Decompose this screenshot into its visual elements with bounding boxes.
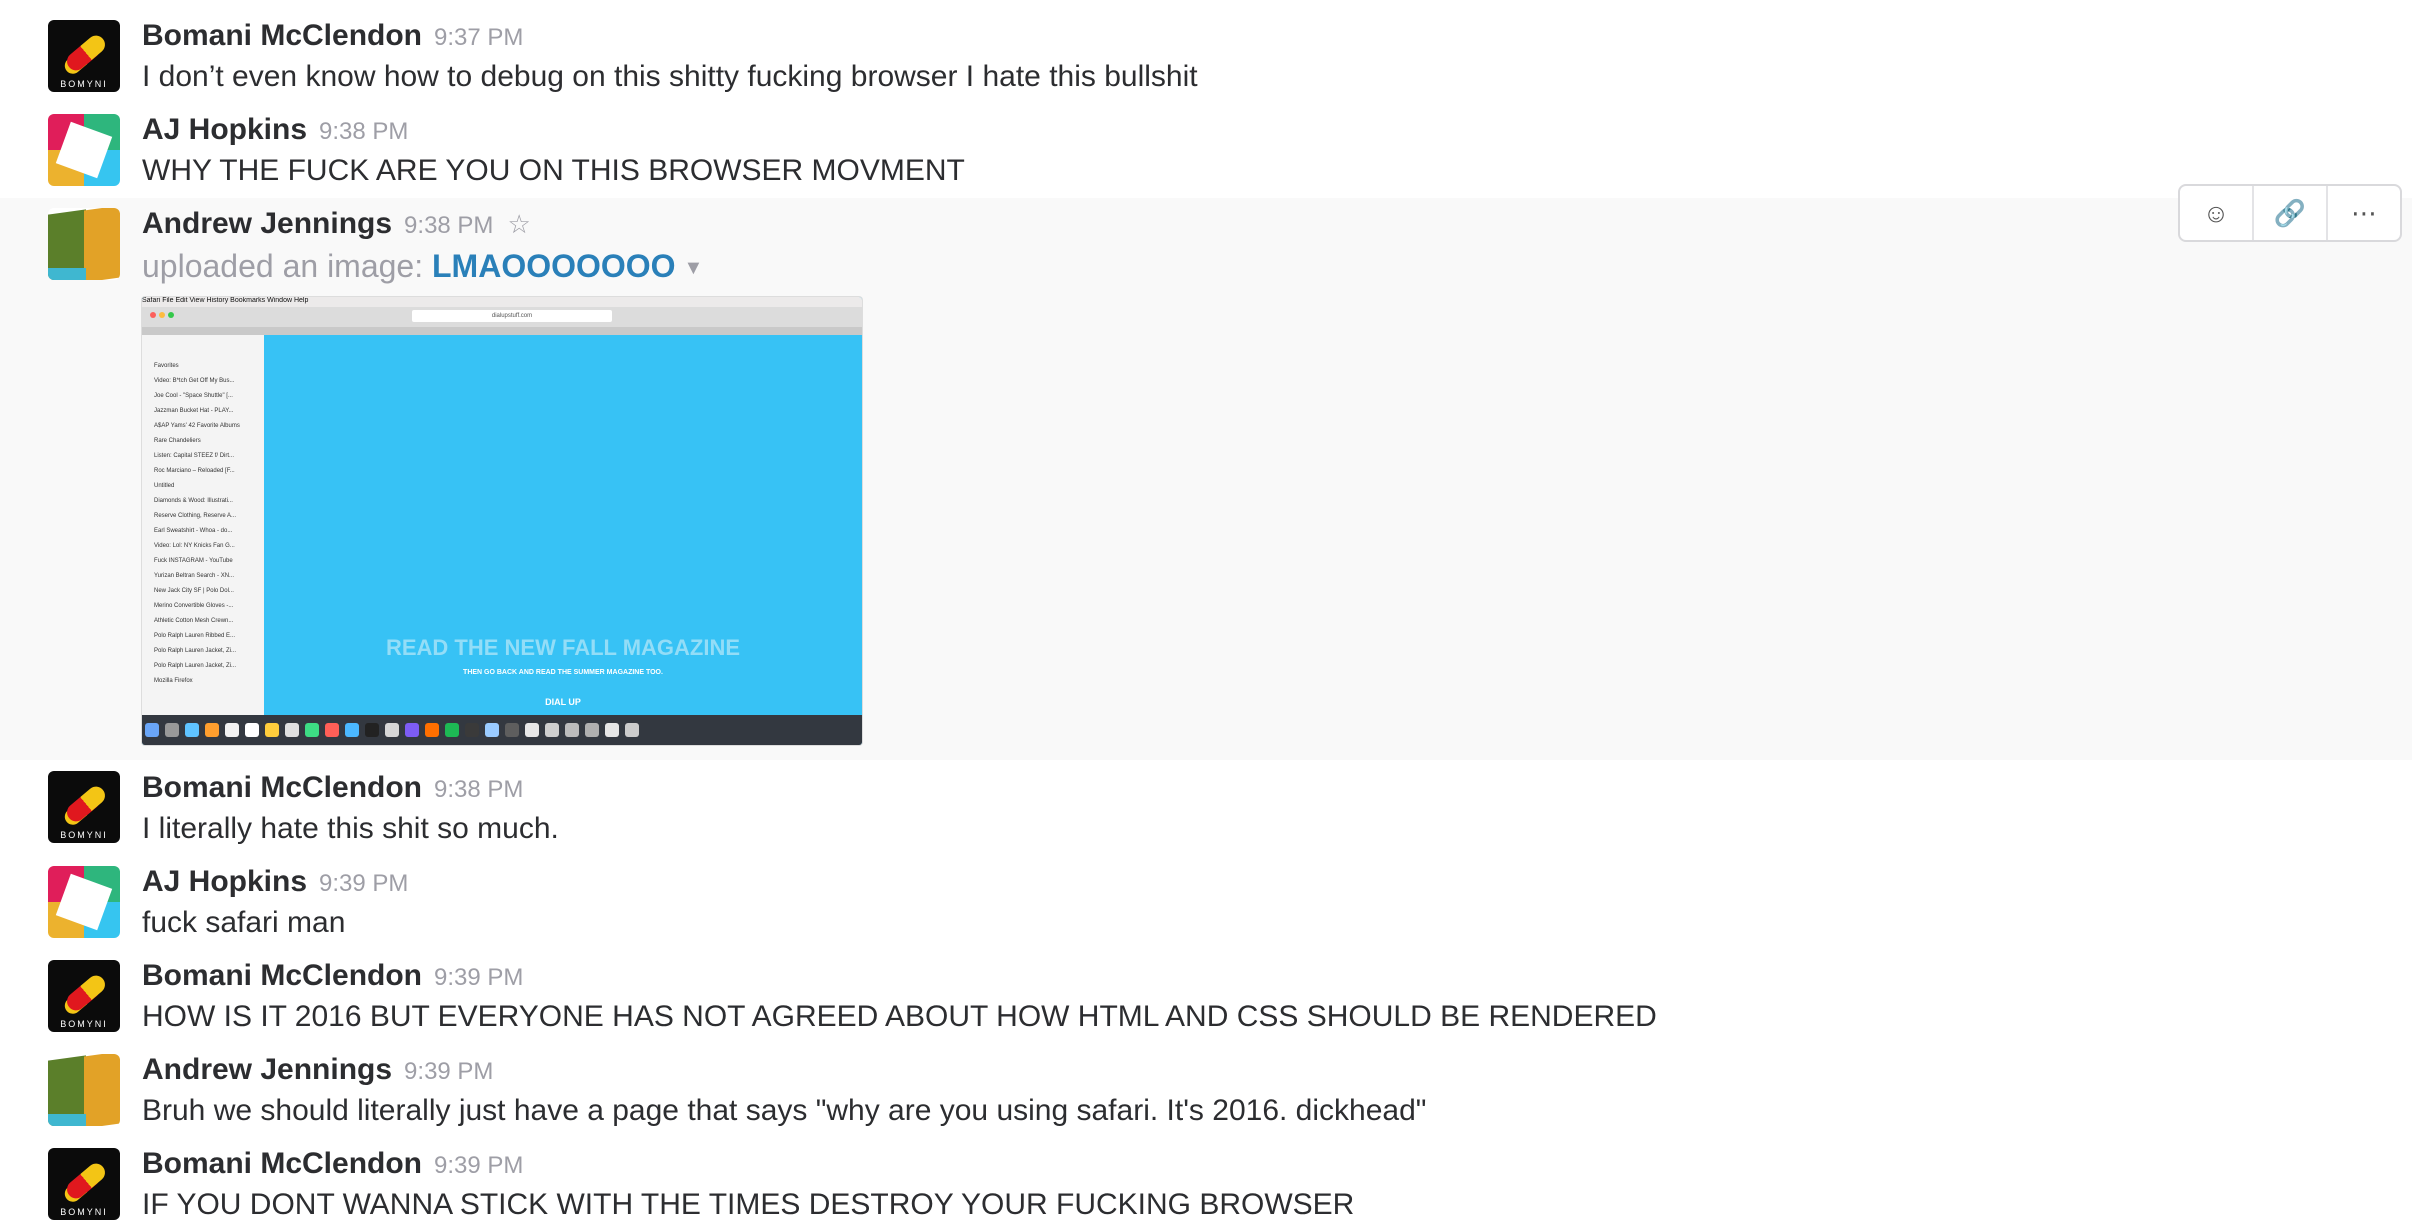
dock-app-icon bbox=[565, 723, 579, 737]
dock-app-icon bbox=[265, 723, 279, 737]
message-author[interactable]: Bomani McClendon 9:37 PM bbox=[142, 19, 523, 53]
thumb-sidebar-item: Video: B*tch Get Off My Bus... bbox=[154, 378, 235, 384]
dock-app-icon bbox=[285, 723, 299, 737]
avatar[interactable]: BOMYNI bbox=[48, 20, 120, 92]
thumb-sidebar-item: Favorites bbox=[154, 363, 179, 369]
thumb-url-bar: dialupstuff.com bbox=[412, 310, 612, 322]
thumb-sidebar-item: Diamonds & Wood: Illustrati... bbox=[154, 498, 233, 504]
message-text: IF YOU DONT WANNA STICK WITH THE TIMES D… bbox=[142, 1188, 1355, 1221]
avatar[interactable]: BOMYNI bbox=[48, 1148, 120, 1220]
chevron-down-icon[interactable]: ▼ bbox=[684, 257, 704, 279]
thumb-sidebar-item: Earl Sweatshirt - Whoa - do... bbox=[154, 528, 233, 534]
dock-app-icon bbox=[245, 723, 259, 737]
avatar[interactable] bbox=[48, 866, 120, 938]
upload-line: uploaded an image: LMAOOOOOOO ▼ bbox=[142, 248, 703, 285]
message-author[interactable]: Andrew Jennings 9:39 PM bbox=[142, 1053, 493, 1087]
message-text: WHY THE FUCK ARE YOU ON THIS BROWSER MOV… bbox=[142, 154, 965, 187]
message-author[interactable]: Bomani McClendon 9:39 PM bbox=[142, 959, 523, 993]
upload-prefix: uploaded an image: bbox=[142, 248, 424, 284]
dock-app-icon bbox=[585, 723, 599, 737]
thumb-sidebar-item: Jazzman Bucket Hat - PLAY... bbox=[154, 408, 234, 414]
message-author[interactable]: AJ Hopkins 9:38 PM bbox=[142, 113, 408, 147]
minimize-icon bbox=[159, 312, 165, 318]
message-text: HOW IS IT 2016 BUT EVERYONE HAS NOT AGRE… bbox=[142, 1000, 1657, 1033]
message-actions: ☺ 🔗 ⋯ bbox=[2178, 184, 2402, 242]
thumb-sidebar-item: Mozilla Firefox bbox=[154, 678, 193, 684]
thumb-dock bbox=[142, 715, 862, 745]
message-timestamp[interactable]: 9:39 PM bbox=[434, 964, 523, 991]
thumb-sidebar-item: Reserve Clothing, Reserve A... bbox=[154, 513, 237, 519]
thumb-sidebar-item: Athletic Cotton Mesh Crewn... bbox=[154, 618, 234, 624]
thumb-sidebar-item: Video: Lol: NY Knicks Fan G... bbox=[154, 543, 235, 549]
message-text: Bruh we should literally just have a pag… bbox=[142, 1094, 1427, 1127]
message-author[interactable]: AJ Hopkins 9:39 PM bbox=[142, 865, 408, 899]
dock-app-icon bbox=[405, 723, 419, 737]
message-text: fuck safari man bbox=[142, 906, 346, 939]
dock-app-icon bbox=[385, 723, 399, 737]
avatar[interactable]: BOMYNI bbox=[48, 960, 120, 1032]
thumb-sidebar-item: Polo Ralph Lauren Ribbed E... bbox=[154, 633, 236, 639]
thumb-headline: READ THE NEW FALL MAGAZINE bbox=[385, 635, 741, 660]
dock-app-icon bbox=[305, 723, 319, 737]
more-actions-icon[interactable]: ⋯ bbox=[2328, 186, 2400, 240]
uploaded-file-link[interactable]: LMAOOOOOOO bbox=[432, 248, 676, 284]
dock-app-icon bbox=[205, 723, 219, 737]
avatar[interactable] bbox=[48, 1054, 120, 1126]
thumb-subline: THEN GO BACK AND READ THE SUMMER MAGAZIN… bbox=[463, 669, 663, 676]
message-author[interactable]: Bomani McClendon 9:38 PM bbox=[142, 771, 523, 805]
thumb-sidebar: Favorites Video: B*tch Get Off My Bus... J… bbox=[142, 335, 264, 715]
dock-app-icon bbox=[525, 723, 539, 737]
message-author[interactable]: Andrew Jennings 9:38 PM ☆ bbox=[142, 207, 531, 241]
thumb-sidebar-item: Untitled bbox=[154, 483, 175, 489]
message-text: I don’t even know how to debug on this s… bbox=[142, 60, 1198, 93]
thumb-tabs bbox=[142, 327, 862, 335]
dock-app-icon bbox=[425, 723, 439, 737]
message-timestamp[interactable]: 9:39 PM bbox=[434, 1152, 523, 1179]
avatar[interactable]: BOMYNI bbox=[48, 771, 120, 843]
message-timestamp[interactable]: 9:38 PM bbox=[319, 118, 408, 145]
dock-app-icon bbox=[625, 723, 639, 737]
add-reaction-icon[interactable]: ☺ bbox=[2180, 186, 2254, 240]
avatar[interactable] bbox=[48, 114, 120, 186]
thumb-sidebar-item: Merino Convertible Gloves -... bbox=[154, 603, 234, 609]
thumb-sidebar-item: Joe Cool - "Space Shuttle" [... bbox=[154, 393, 233, 399]
dock-app-icon bbox=[145, 723, 159, 737]
thumb-sidebar-item: Listen: Capital STEEZ f/ Dirt... bbox=[154, 453, 235, 459]
message-author[interactable]: Bomani McClendon 9:39 PM bbox=[142, 1147, 523, 1181]
dock-app-icon bbox=[505, 723, 519, 737]
zoom-icon bbox=[168, 312, 174, 318]
dock-app-icon bbox=[605, 723, 619, 737]
thumb-sidebar-item: Rare Chandeliers bbox=[154, 438, 201, 444]
dock-app-icon bbox=[465, 723, 479, 737]
dock-app-icon bbox=[365, 723, 379, 737]
thumb-sidebar-item: Yurizan Beltran Search - XN... bbox=[154, 573, 235, 579]
message-timestamp[interactable]: 9:39 PM bbox=[319, 870, 408, 897]
avatar[interactable] bbox=[48, 208, 120, 280]
message-timestamp[interactable]: 9:37 PM bbox=[434, 24, 523, 51]
dock-app-icon bbox=[185, 723, 199, 737]
dock-app-icon bbox=[445, 723, 459, 737]
thumb-sidebar-item: Polo Ralph Lauren Jacket, Zi... bbox=[154, 663, 237, 669]
dock-app-icon bbox=[165, 723, 179, 737]
thumb-sidebar-item: Polo Ralph Lauren Jacket, Zi... bbox=[154, 648, 237, 654]
thumb-sidebar-item: A$AP Yams' 42 Favorite Albums bbox=[154, 423, 240, 429]
message-text: I literally hate this shit so much. bbox=[142, 812, 559, 845]
dock-app-icon bbox=[545, 723, 559, 737]
message-timestamp[interactable]: 9:38 PM bbox=[434, 776, 523, 803]
thumb-sidebar-item: Fuck INSTAGRAM - YouTube bbox=[154, 558, 233, 564]
dock-app-icon bbox=[225, 723, 239, 737]
dock-app-icon bbox=[485, 723, 499, 737]
thumb-dial: DIAL UP bbox=[545, 697, 581, 707]
star-icon[interactable]: ☆ bbox=[507, 209, 530, 239]
message-timestamp[interactable]: 9:39 PM bbox=[404, 1058, 493, 1085]
thumb-menubar: Safari File Edit View History Bookmarks … bbox=[142, 297, 862, 307]
dock-app-icon bbox=[325, 723, 339, 737]
thumb-sidebar-item: Roc Marciano – Reloaded [F... bbox=[154, 468, 235, 474]
close-icon bbox=[150, 312, 156, 318]
uploaded-image-thumbnail[interactable]: Safari File Edit View History Bookmarks … bbox=[142, 297, 862, 745]
link-icon[interactable]: 🔗 bbox=[2254, 186, 2328, 240]
message-timestamp[interactable]: 9:38 PM bbox=[404, 212, 493, 239]
dock-app-icon bbox=[345, 723, 359, 737]
thumb-sidebar-item: New Jack City SF | Polo Dol... bbox=[154, 588, 234, 594]
